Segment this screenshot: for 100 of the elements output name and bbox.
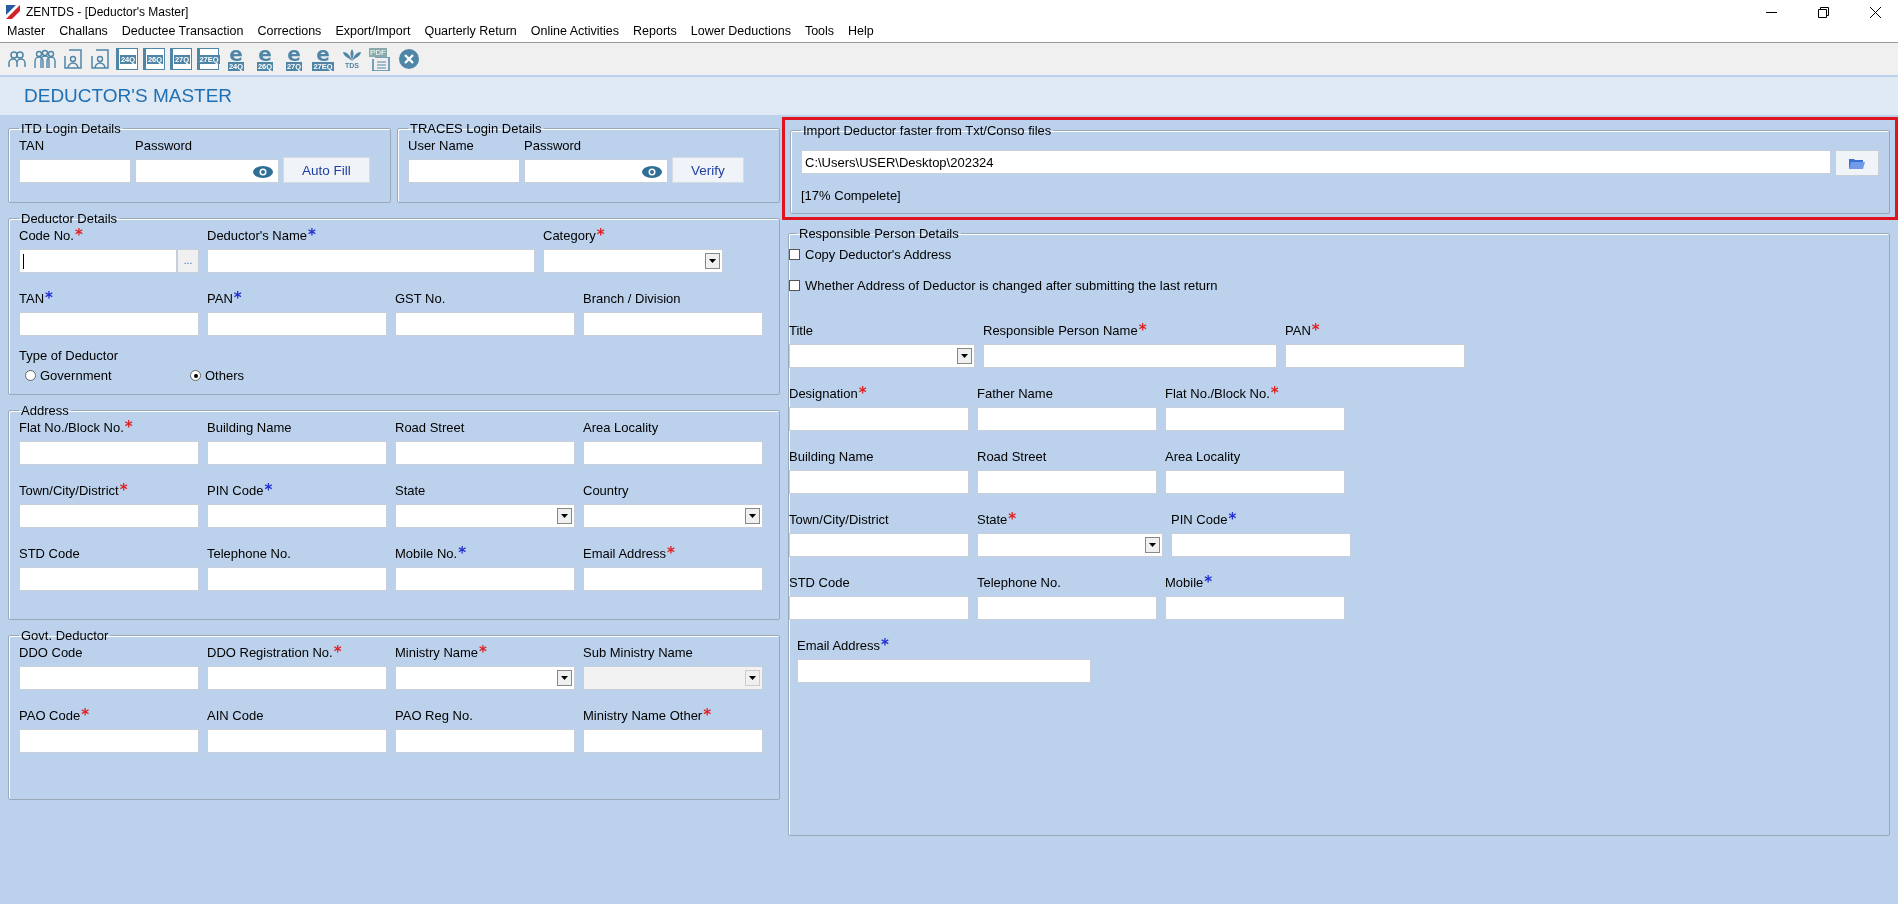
field-label: Ministry Name* (395, 645, 488, 661)
menu-item[interactable]: Master (0, 24, 53, 42)
field-label: Building Name (207, 420, 293, 436)
text-field[interactable] (395, 729, 575, 753)
eye-icon[interactable] (641, 165, 663, 179)
auto-fill-button[interactable]: Auto Fill (283, 157, 370, 183)
password-field[interactable] (524, 159, 668, 183)
group-icon[interactable] (33, 48, 57, 70)
menu-item[interactable]: Quarterly Return (417, 24, 524, 42)
text-field[interactable] (1165, 470, 1345, 494)
dropdown-button[interactable] (557, 508, 572, 524)
text-field[interactable] (789, 596, 969, 620)
field-label: Flat No./Block No.* (1165, 386, 1280, 402)
menu-item[interactable]: Challans (52, 24, 115, 42)
text-field[interactable] (207, 249, 535, 273)
menu-item[interactable]: Corrections (250, 24, 329, 42)
dropdown-button[interactable] (745, 508, 760, 524)
close-icon[interactable] (398, 48, 420, 70)
dropdown-field[interactable] (395, 666, 575, 690)
password-field[interactable] (135, 159, 279, 183)
verify-button[interactable]: Verify (672, 157, 744, 183)
text-field[interactable] (789, 533, 969, 557)
text-field[interactable] (19, 729, 199, 753)
menu-item[interactable]: Export/Import (328, 24, 418, 42)
text-field[interactable] (19, 666, 199, 690)
text-field[interactable] (19, 567, 199, 591)
text-field[interactable] (19, 504, 199, 528)
document-person-icon[interactable] (89, 48, 111, 70)
checkbox-label[interactable]: Copy Deductor's Address (805, 247, 952, 262)
radio-button[interactable] (25, 370, 36, 381)
document-person-icon[interactable] (62, 48, 84, 70)
text-field[interactable] (19, 441, 199, 465)
panel-title: Govt. Deductor (20, 628, 110, 643)
eye-icon[interactable] (252, 165, 274, 179)
panel-title: TRACES Login Details (409, 121, 543, 136)
text-field[interactable] (19, 159, 131, 183)
text-field[interactable] (207, 666, 387, 690)
menu-item[interactable]: Tools (797, 24, 842, 42)
text-field[interactable] (583, 441, 763, 465)
field-label: Type of Deductor (19, 348, 119, 364)
text-field[interactable] (19, 312, 199, 336)
dropdown-field[interactable] (543, 249, 723, 273)
field-label: Telephone No. (207, 546, 292, 562)
field-label: PAN* (207, 291, 243, 307)
text-field[interactable] (1165, 407, 1345, 431)
text-field[interactable] (583, 567, 763, 591)
radio-label[interactable]: Government (40, 368, 112, 383)
browse-button[interactable] (1835, 150, 1879, 176)
field-label: State (395, 483, 427, 499)
dropdown-button[interactable] (557, 670, 572, 686)
menu-item[interactable]: Reports (626, 24, 684, 42)
people-icon[interactable] (6, 48, 28, 70)
checkbox-label[interactable]: Whether Address of Deductor is changed after submitting the last return (805, 278, 1218, 293)
text-field[interactable] (789, 470, 969, 494)
text-field[interactable] (395, 567, 575, 591)
field-label: Branch / Division (583, 291, 682, 307)
radio-label[interactable]: Others (205, 368, 244, 383)
text-field[interactable] (977, 470, 1157, 494)
text-field[interactable] (583, 312, 763, 336)
text-field[interactable] (789, 407, 969, 431)
dropdown-field[interactable] (583, 504, 763, 528)
menu-item[interactable]: Lower Deductions (683, 24, 798, 42)
text-field[interactable] (395, 312, 575, 336)
menu-item[interactable]: Help (841, 24, 881, 42)
text-field[interactable] (583, 729, 763, 753)
text-field[interactable] (408, 159, 520, 183)
dropdown-button[interactable] (1145, 537, 1160, 553)
code-input-field[interactable] (19, 249, 177, 273)
dropdown-field[interactable] (395, 504, 575, 528)
text-field[interactable] (207, 441, 387, 465)
dropdown-button[interactable] (705, 253, 720, 269)
dropdown-button[interactable] (957, 348, 972, 364)
dropdown-field[interactable] (789, 344, 975, 368)
text-field[interactable] (1171, 533, 1351, 557)
text-field[interactable] (977, 407, 1157, 431)
text-field[interactable] (1285, 344, 1465, 368)
field-label: PIN Code* (1171, 512, 1238, 528)
checkbox[interactable] (789, 280, 800, 291)
menu-item[interactable]: Deductee Transaction (114, 24, 251, 42)
checkbox[interactable] (789, 249, 800, 260)
text-field[interactable] (983, 344, 1277, 368)
browse-button[interactable]: ... (177, 249, 199, 273)
text-field[interactable] (207, 729, 387, 753)
field-label: Sub Ministry Name (583, 645, 694, 661)
text-field[interactable] (207, 504, 387, 528)
field-label: STD Code (789, 575, 851, 591)
menu-item[interactable]: Online Activities (523, 24, 627, 42)
caret-icon (561, 676, 568, 680)
text-field[interactable] (207, 567, 387, 591)
radio-button[interactable] (190, 370, 201, 381)
text-field[interactable] (977, 596, 1157, 620)
panel-title: Address (20, 403, 70, 418)
text-field[interactable] (207, 312, 387, 336)
field-label: Category* (543, 228, 606, 244)
dropdown-field[interactable] (977, 533, 1163, 557)
text-field[interactable] (1165, 596, 1345, 620)
file-path-field[interactable]: C:\Users\USER\Desktop\202324 (801, 150, 1831, 174)
text-field[interactable] (395, 441, 575, 465)
field-label: Town/City/District (789, 512, 890, 528)
text-field[interactable] (797, 659, 1091, 683)
